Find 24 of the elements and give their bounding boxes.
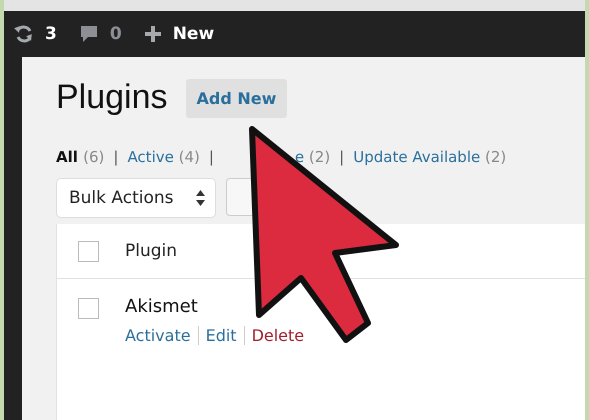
page-title: Plugins bbox=[56, 78, 168, 117]
action-link[interactable]: Edit bbox=[198, 326, 244, 345]
filter-link[interactable]: e (2) bbox=[294, 148, 330, 166]
action-link[interactable]: Activate bbox=[125, 326, 198, 345]
filter-link[interactable]: Update Available (2) bbox=[353, 148, 506, 166]
updates-count[interactable]: 3 bbox=[45, 24, 57, 44]
add-new-button[interactable]: Add New bbox=[186, 79, 288, 118]
plugin-name: Akismet bbox=[125, 296, 199, 317]
separator: | bbox=[113, 148, 118, 166]
action-link[interactable]: Delete bbox=[244, 326, 312, 345]
separator: | bbox=[208, 148, 214, 166]
bulk-actions-dropdown[interactable]: Bulk Actions bbox=[56, 178, 216, 218]
refresh-icon[interactable] bbox=[14, 24, 34, 44]
plus-icon[interactable] bbox=[144, 25, 162, 43]
column-header: Plugin bbox=[125, 241, 178, 261]
comment-icon[interactable] bbox=[78, 24, 99, 44]
comments-count[interactable]: 0 bbox=[110, 24, 122, 44]
new-link[interactable]: New bbox=[172, 24, 214, 44]
checkbox[interactable] bbox=[78, 298, 99, 319]
up-down-arrows-icon bbox=[196, 190, 205, 206]
separator: | bbox=[339, 148, 344, 166]
checkbox[interactable] bbox=[78, 240, 99, 262]
filter-link[interactable]: Active (4) bbox=[127, 148, 200, 166]
filter-link[interactable]: All (6) bbox=[56, 148, 104, 166]
